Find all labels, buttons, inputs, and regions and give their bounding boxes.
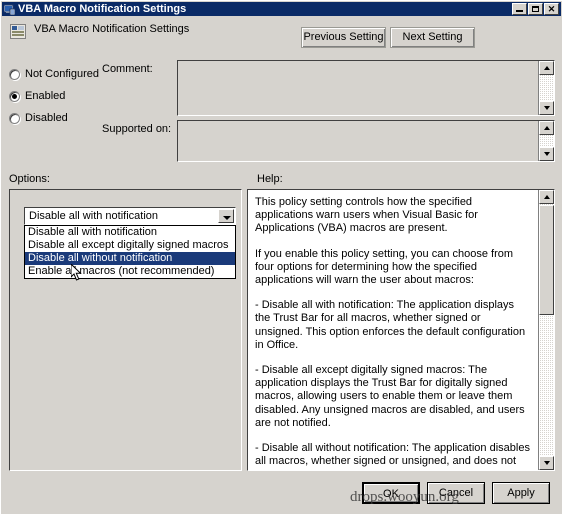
comment-scrollbar[interactable] — [538, 61, 554, 115]
scroll-down-icon[interactable] — [539, 456, 554, 470]
close-icon[interactable]: ✕ — [544, 3, 559, 15]
help-paragraph: This policy setting controls how the spe… — [255, 196, 478, 235]
radio-disabled-dot — [9, 112, 20, 124]
policy-setting-icon — [10, 24, 26, 39]
supported-on-label: Supported on: — [102, 123, 172, 135]
comment-field[interactable] — [177, 60, 555, 116]
title-bar: VBA Macro Notification Settings ✕ — [2, 2, 561, 16]
chevron-down-icon[interactable] — [218, 209, 234, 223]
vba-macro-notification-settings-window: VBA Macro Notification Settings ✕ VBA Ma… — [0, 0, 562, 514]
macro-notification-dropdown-list[interactable]: Disable all with notification Disable al… — [24, 225, 236, 279]
radio-not-configured-dot — [9, 68, 20, 80]
next-setting-button[interactable]: Next Setting — [390, 27, 475, 48]
watermark: drops.wooyun.org — [350, 489, 459, 505]
page-title: VBA Macro Notification Settings — [34, 23, 190, 35]
macro-notification-value: Disable all with notification — [29, 210, 159, 222]
dropdown-item-disable-all-without-notification[interactable]: Disable all without notification — [25, 252, 235, 265]
minimize-icon[interactable] — [512, 3, 527, 15]
help-paragraph: - Disable all without notification: The … — [255, 442, 530, 469]
scroll-up-icon[interactable] — [539, 121, 554, 135]
previous-setting-button[interactable]: Previous Setting — [301, 27, 386, 48]
help-text: This policy setting controls how the spe… — [249, 191, 537, 469]
help-paragraph: - Disable all with notification: The app… — [255, 299, 526, 351]
scroll-down-icon[interactable] — [539, 147, 554, 161]
scrollbar-thumb[interactable] — [539, 205, 554, 315]
help-paragraph: - Disable all except digitally signed ma… — [255, 364, 525, 429]
options-label: Options: — [9, 173, 50, 185]
policy-state-group: Not Configured Enabled Disabled — [9, 63, 109, 129]
radio-enabled-label: Enabled — [25, 90, 66, 102]
help-panel: This policy setting controls how the spe… — [247, 189, 555, 471]
radio-not-configured[interactable]: Not Configured — [9, 63, 109, 85]
radio-enabled[interactable]: Enabled — [9, 85, 109, 107]
dropdown-item-disable-all-except-signed[interactable]: Disable all except digitally signed macr… — [25, 239, 235, 252]
help-paragraph: If you enable this policy setting, you c… — [255, 247, 514, 287]
maximize-icon[interactable] — [528, 3, 543, 15]
supported-on-scrollbar[interactable] — [538, 121, 554, 161]
scroll-up-icon[interactable] — [539, 190, 554, 204]
window-controls: ✕ — [512, 3, 559, 15]
radio-not-configured-label: Not Configured — [25, 68, 99, 80]
dropdown-item-enable-all-macros[interactable]: Enable all macros (not recommended) — [25, 265, 235, 278]
dropdown-item-disable-all-with-notification[interactable]: Disable all with notification — [25, 226, 235, 239]
computer-policy-icon — [3, 4, 16, 15]
scroll-down-icon[interactable] — [539, 101, 554, 115]
radio-disabled[interactable]: Disabled — [9, 107, 109, 129]
comment-label: Comment: — [102, 63, 153, 75]
supported-on-field[interactable] — [177, 120, 555, 162]
macro-notification-combobox[interactable]: Disable all with notification — [24, 207, 236, 225]
help-label: Help: — [257, 173, 283, 185]
radio-enabled-dot — [9, 90, 20, 102]
window-title: VBA Macro Notification Settings — [18, 3, 187, 15]
radio-disabled-label: Disabled — [25, 112, 68, 124]
scroll-up-icon[interactable] — [539, 61, 554, 75]
help-scrollbar[interactable] — [538, 190, 554, 470]
header-row: VBA Macro Notification Settings — [2, 18, 561, 58]
options-panel: Disable all with notification Disable al… — [9, 189, 242, 471]
apply-button[interactable]: Apply — [492, 482, 550, 504]
